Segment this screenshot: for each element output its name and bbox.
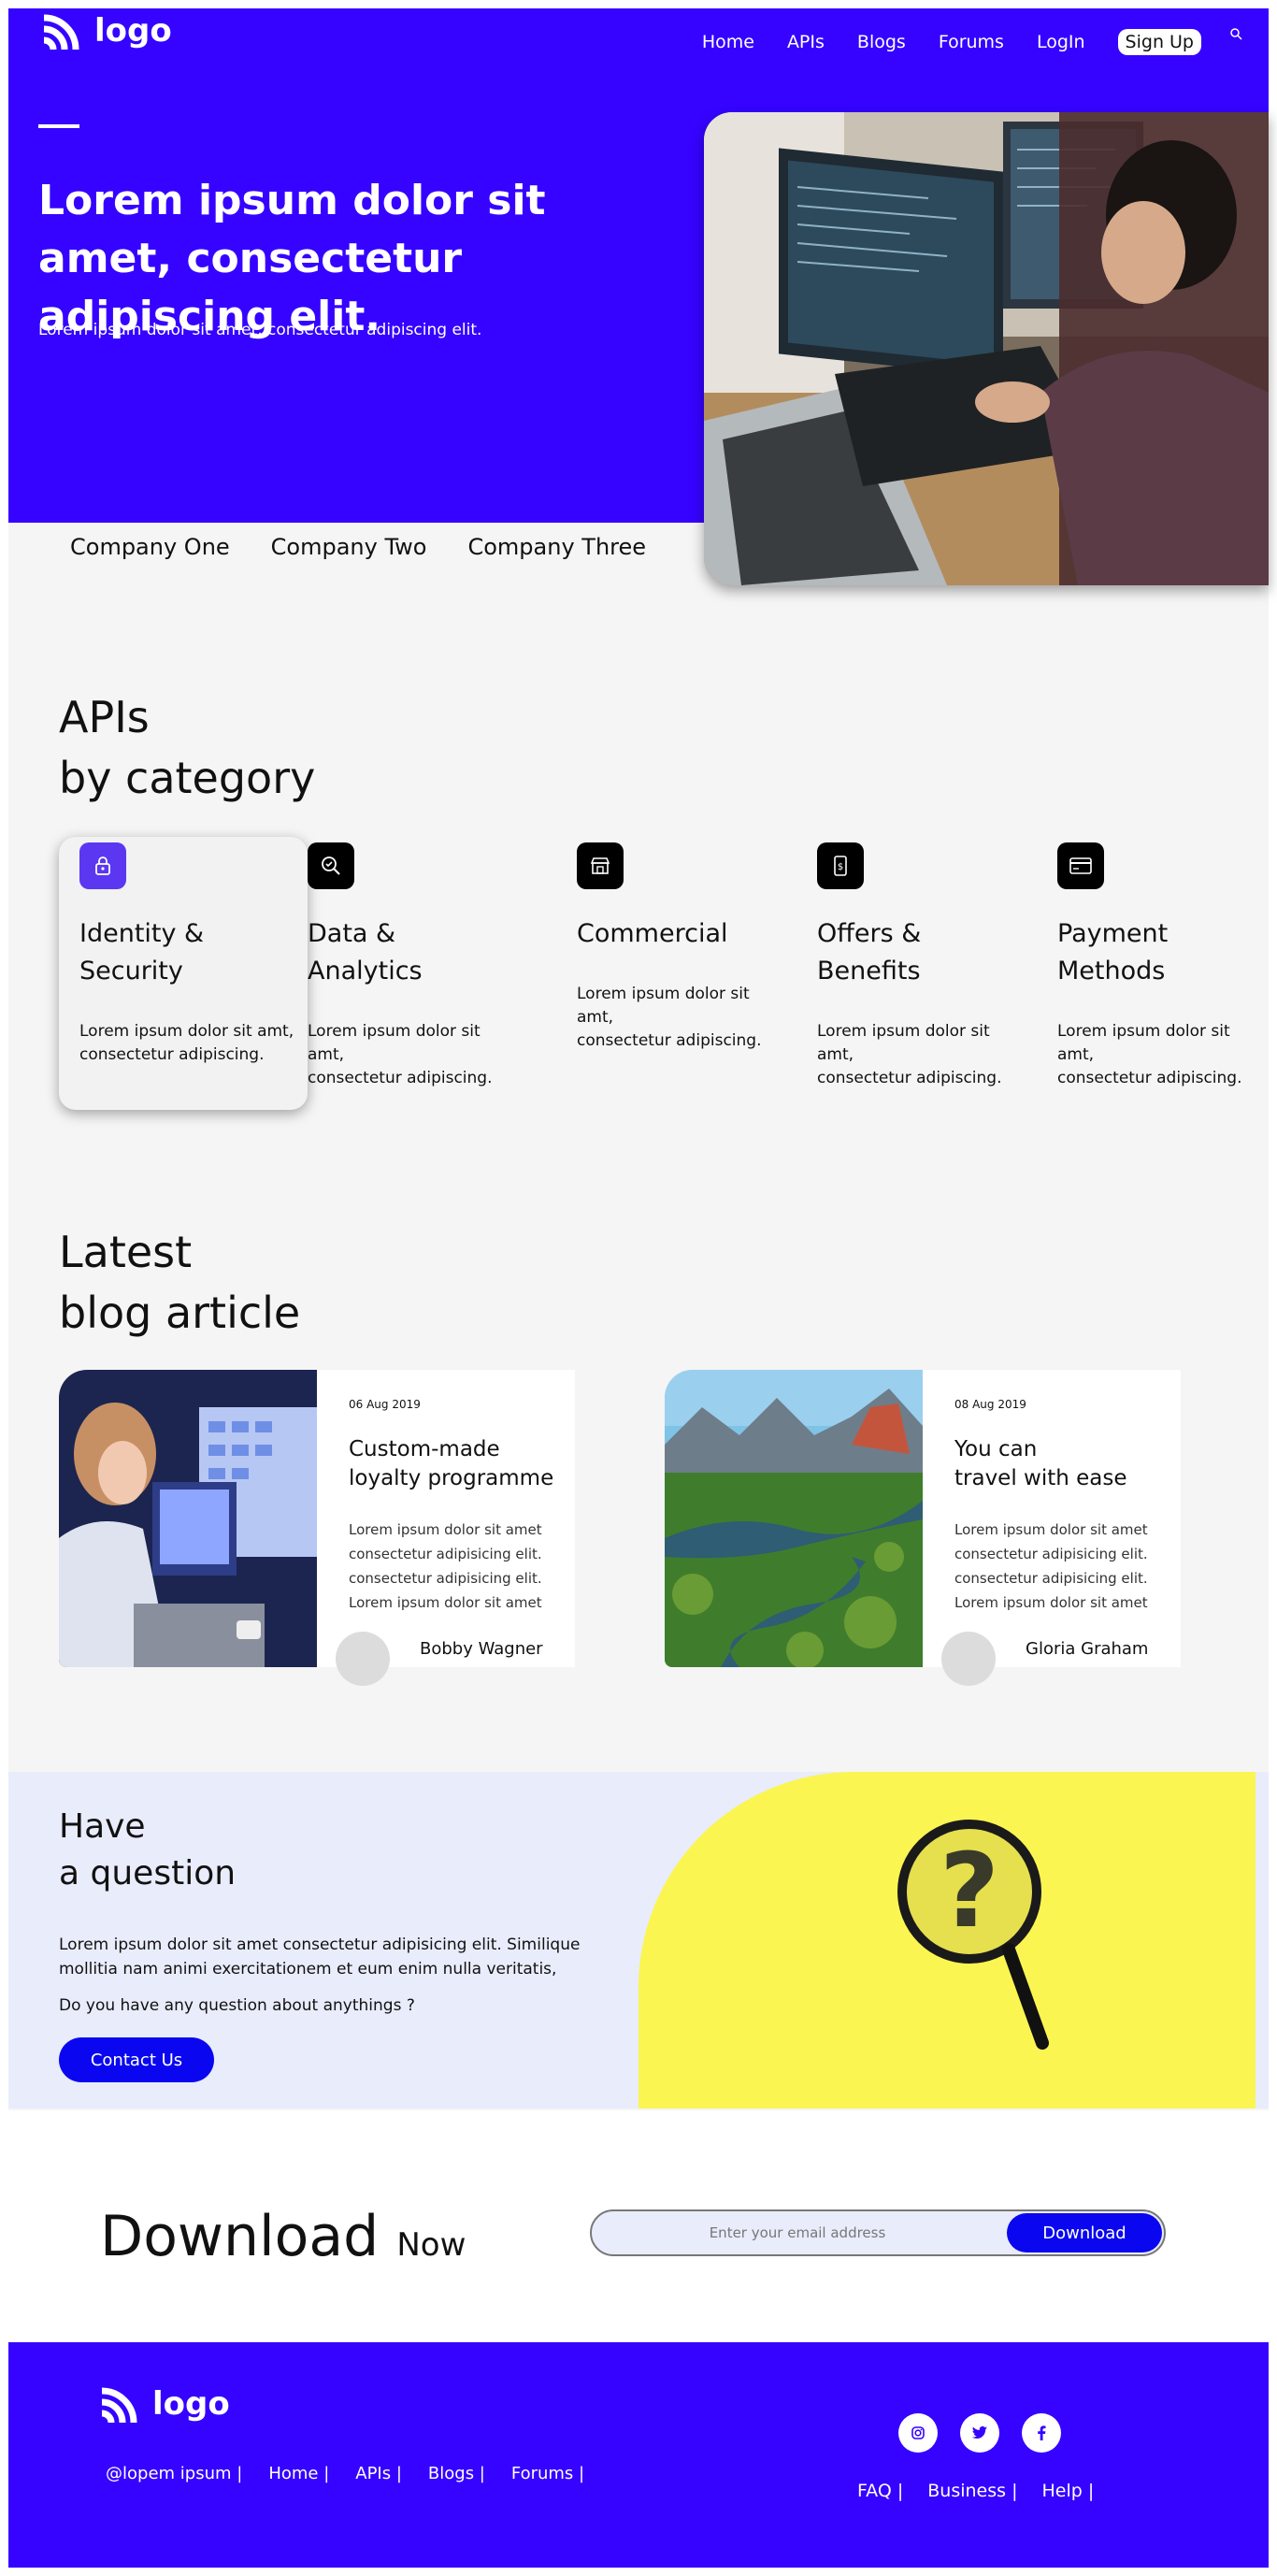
contact-us-button[interactable]: Contact Us bbox=[59, 2037, 214, 2082]
avatar bbox=[941, 1632, 996, 1686]
page: logo Home APIs Blogs Forums LogIn Sign U… bbox=[8, 8, 1269, 2568]
blog-excerpt: Lorem ipsum dolor sit amet consectetur ad… bbox=[349, 1521, 542, 1611]
blog-card[interactable]: 08 Aug 2019 You can travel with ease Lore… bbox=[665, 1370, 1181, 1686]
footer-link-faq[interactable]: FAQ | bbox=[857, 2481, 903, 2501]
blog-card-body: 08 Aug 2019 You can travel with ease Lore… bbox=[923, 1370, 1181, 1686]
company-one: Company One bbox=[70, 534, 230, 560]
apis-title: APIs by category bbox=[59, 687, 315, 809]
blog-author: Bobby Wagner bbox=[420, 1639, 543, 1659]
magnifier-question-mark-photo: ? bbox=[638, 1772, 1255, 2108]
api-card-commercial[interactable]: Commercial Lorem ipsum dolor sit amt, cons… bbox=[577, 837, 825, 1110]
apis-title-line1: APIs bbox=[59, 692, 150, 742]
api-card-desc: Lorem ipsum dolor sit amt, consectetur adi… bbox=[817, 1022, 1002, 1087]
footer-link-blogs[interactable]: Blogs | bbox=[428, 2464, 485, 2483]
footer-link-apis[interactable]: APIs | bbox=[355, 2464, 402, 2483]
search-icon[interactable] bbox=[1229, 26, 1242, 44]
api-card-desc: Lorem ipsum dolor sit amt, consectetur adi… bbox=[1057, 1022, 1242, 1087]
logo-text: logo bbox=[94, 12, 172, 50]
hero-subtitle: Lorem ipsum dolor sit amet, consectetur … bbox=[38, 321, 482, 339]
api-card-desc: Lorem ipsum dolor sit amt, consectetur ad… bbox=[79, 1022, 294, 1064]
footer-link-home[interactable]: Home | bbox=[268, 2464, 329, 2483]
nav-forums[interactable]: Forums bbox=[939, 32, 1004, 52]
footer-link-forums[interactable]: Forums | bbox=[511, 2464, 584, 2483]
blog-card[interactable]: 06 Aug 2019 Custom-made loyalty programme… bbox=[59, 1370, 575, 1686]
social-icons bbox=[898, 2413, 1061, 2453]
blog-title-line1: Latest bbox=[59, 1227, 193, 1277]
footer: logo @lopem ipsum | Home | APIs | Blogs … bbox=[8, 2342, 1269, 2568]
api-card-title: Payment Methods bbox=[1057, 919, 1169, 986]
download-form: Enter your email address Download bbox=[590, 2209, 1166, 2256]
download-title: Download Now bbox=[100, 2204, 466, 2269]
nav-blogs[interactable]: Blogs bbox=[857, 32, 906, 52]
svg-text:?: ? bbox=[940, 1831, 999, 1950]
blog-date: 06 Aug 2019 bbox=[349, 1398, 421, 1411]
email-field[interactable]: Enter your email address bbox=[592, 2211, 1003, 2254]
api-card-desc: Lorem ipsum dolor sit amt, consectetur adi… bbox=[577, 985, 762, 1050]
nav-login[interactable]: LogIn bbox=[1037, 32, 1085, 52]
phone-dollar-icon: $ bbox=[817, 842, 864, 889]
companies-row: Company One Company Two Company Three bbox=[70, 534, 646, 560]
footer-link-business[interactable]: Business | bbox=[927, 2481, 1017, 2501]
download-section: Download Now Enter your email address Do… bbox=[8, 2110, 1269, 2342]
apis-title-line2: by category bbox=[59, 753, 316, 803]
api-card-offers[interactable]: $ Offers & Benefits Lorem ipsum dolor sit… bbox=[817, 837, 1066, 1110]
question-section: Have a question Lorem ipsum dolor sit ame… bbox=[8, 1772, 1269, 2108]
store-icon bbox=[577, 842, 624, 889]
blog-author: Gloria Graham bbox=[1026, 1639, 1149, 1659]
footer-link-help[interactable]: Help | bbox=[1041, 2481, 1094, 2501]
blog-title: Latest blog article bbox=[59, 1222, 300, 1344]
avatar bbox=[336, 1632, 390, 1686]
api-card-desc: Lorem ipsum dolor sit amt, consectetur adi… bbox=[308, 1022, 493, 1087]
hero-dash bbox=[38, 124, 79, 128]
footer-links: @lopem ipsum | Home | APIs | Blogs | For… bbox=[106, 2464, 584, 2483]
svg-text:$: $ bbox=[838, 862, 843, 872]
logo-text: logo bbox=[152, 2385, 230, 2423]
header-logo[interactable]: logo bbox=[40, 8, 172, 53]
download-button[interactable]: Download bbox=[1007, 2213, 1162, 2252]
lock-icon bbox=[79, 842, 126, 889]
company-three: Company Three bbox=[467, 534, 647, 560]
api-card-title: Identity & Security bbox=[79, 919, 205, 986]
blog-article-title[interactable]: You can travel with ease bbox=[954, 1435, 1127, 1493]
instagram-icon[interactable] bbox=[898, 2413, 938, 2453]
credit-card-icon bbox=[1057, 842, 1104, 889]
api-card-data[interactable]: Data & Analytics Lorem ipsum dolor sit amt… bbox=[308, 837, 556, 1110]
river-landscape-photo bbox=[665, 1370, 923, 1667]
footer-logo[interactable]: logo bbox=[98, 2382, 230, 2426]
question-prompt: Do you have any question about anythings… bbox=[59, 1996, 415, 2015]
hero-image bbox=[704, 112, 1269, 585]
footer-link-copyright[interactable]: @lopem ipsum | bbox=[106, 2464, 242, 2483]
blog-date: 08 Aug 2019 bbox=[954, 1398, 1026, 1411]
question-title: Have a question bbox=[59, 1807, 237, 1892]
signup-button[interactable]: Sign Up bbox=[1117, 29, 1201, 55]
blog-card-body: 06 Aug 2019 Custom-made loyalty programme… bbox=[317, 1370, 575, 1686]
magnifier-check-icon bbox=[308, 842, 354, 889]
api-card-identity[interactable]: Identity & Security Lorem ipsum dolor sit… bbox=[59, 837, 308, 1110]
woman-at-computer-photo bbox=[59, 1370, 317, 1667]
blog-excerpt: Lorem ipsum dolor sit amet consectetur ad… bbox=[954, 1521, 1148, 1611]
api-card-payment[interactable]: Payment Methods Lorem ipsum dolor sit amt,… bbox=[1057, 837, 1277, 1110]
logo-icon bbox=[40, 8, 85, 53]
api-card-title: Commercial bbox=[577, 919, 728, 948]
nav-apis[interactable]: APIs bbox=[787, 32, 825, 52]
api-card-title: Data & Analytics bbox=[308, 919, 423, 986]
blog-article-title[interactable]: Custom-made loyalty programme bbox=[349, 1435, 553, 1493]
main-nav: Home APIs Blogs Forums LogIn Sign Up bbox=[669, 26, 1242, 55]
footer-links-secondary: FAQ | Business | Help | bbox=[857, 2481, 1094, 2501]
blog-title-line2: blog article bbox=[59, 1288, 301, 1338]
api-card-title: Offers & Benefits bbox=[817, 919, 922, 986]
logo-icon bbox=[98, 2382, 143, 2426]
company-two: Company Two bbox=[270, 534, 427, 560]
facebook-icon[interactable] bbox=[1022, 2413, 1061, 2453]
question-text: Lorem ipsum dolor sit amet consectetur a… bbox=[59, 1936, 581, 1979]
twitter-icon[interactable] bbox=[960, 2413, 999, 2453]
nav-home[interactable]: Home bbox=[702, 32, 754, 52]
